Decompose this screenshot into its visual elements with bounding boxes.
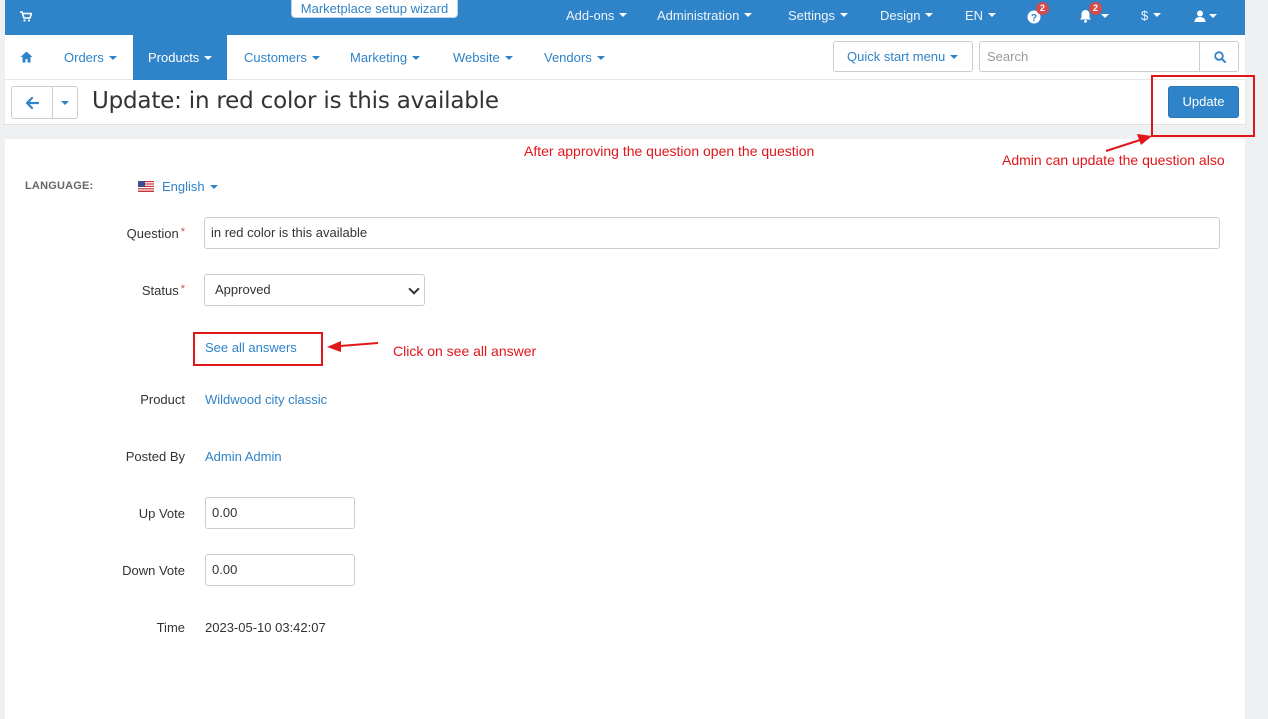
arrow-to-update-icon [1105, 134, 1152, 152]
annotation-arrows [327, 134, 1152, 352]
arrow-to-answers-icon [327, 341, 379, 352]
